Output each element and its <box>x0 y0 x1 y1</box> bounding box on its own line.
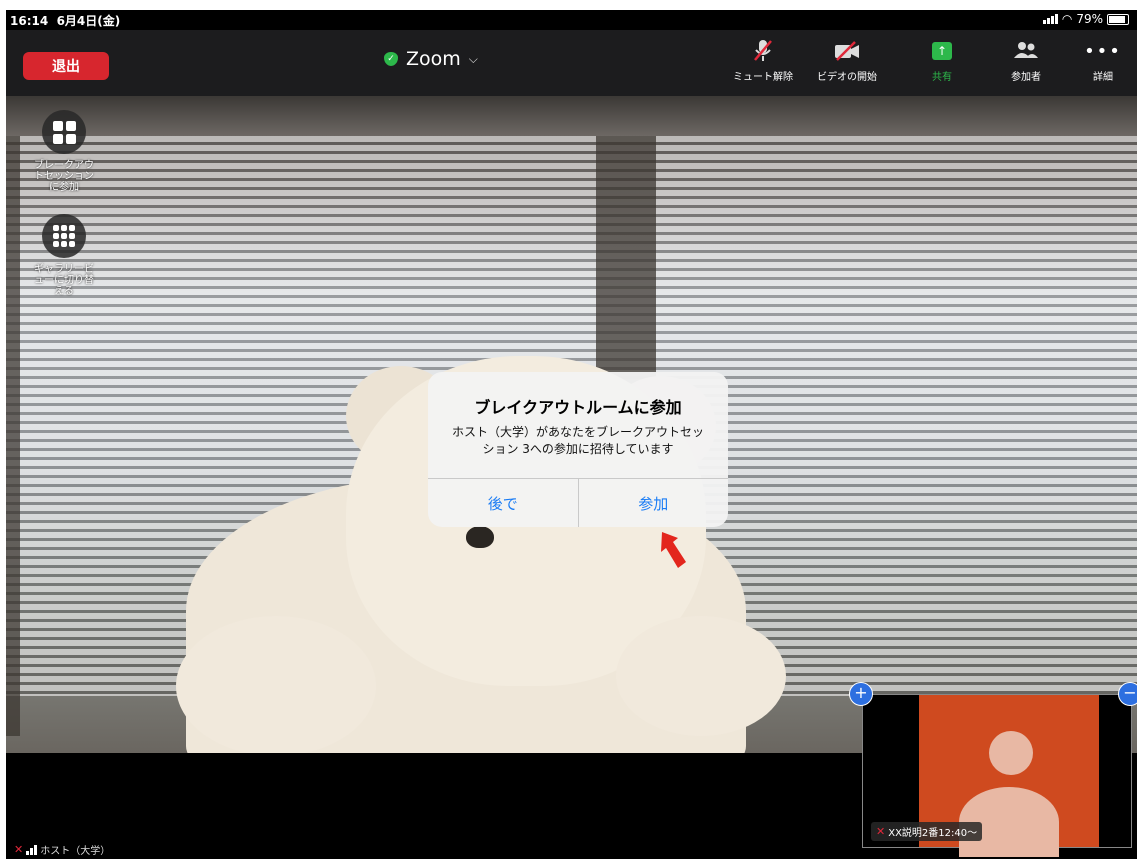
self-view-thumbnail[interactable]: ✕ XX説明2番12:40〜 <box>862 694 1132 857</box>
mic-muted-icon: ✕ <box>876 825 886 838</box>
unmute-label: ミュート解除 <box>733 72 793 83</box>
breakout-grid-icon <box>42 110 86 154</box>
video-off-icon <box>812 38 882 64</box>
more-label: 詳細 <box>1093 72 1113 83</box>
breakout-join-label: ブレークアウトセッションに参加 <box>34 160 94 193</box>
expand-plus-icon[interactable]: + <box>849 682 873 706</box>
gallery-grid-icon <box>42 214 86 258</box>
more-button[interactable]: ••• 詳細 <box>1068 38 1137 90</box>
app-window: 16:14 6月4日(金) ◠ 79% 退出 ✓ Zoom ⌵ ミュート解除 ビ… <box>6 10 1137 859</box>
window-frame <box>6 136 20 736</box>
status-right: ◠ 79% <box>1042 12 1129 26</box>
bear-paw <box>176 616 376 753</box>
later-button[interactable]: 後で <box>428 479 579 527</box>
breakout-invite-dialog: ブレイクアウトルームに参加 ホスト（大学）があなたをブレークアウトセッション 3… <box>428 372 728 527</box>
bear-paw <box>616 616 786 736</box>
start-video-button[interactable]: ビデオの開始 <box>812 38 882 90</box>
status-bar: 16:14 6月4日(金) ◠ 79% <box>6 10 1137 30</box>
share-label: 共有 <box>932 72 952 83</box>
participants-label: 参加者 <box>1011 72 1041 83</box>
chevron-down-icon: ⌵ <box>468 51 478 66</box>
share-button[interactable]: ↑ 共有 <box>907 38 977 90</box>
participants-button[interactable]: 参加者 <box>991 38 1061 90</box>
signal-icon <box>1042 14 1058 24</box>
more-dots-icon: ••• <box>1084 40 1122 62</box>
share-arrow-icon: ↑ <box>932 42 952 60</box>
dialog-title: ブレイクアウトルームに参加 <box>474 398 682 417</box>
gallery-view-control[interactable]: ギャラリービューに切り替える <box>24 214 104 297</box>
meeting-title[interactable]: ✓ Zoom ⌵ <box>384 48 478 70</box>
gallery-view-label: ギャラリービューに切り替える <box>34 264 94 297</box>
battery-percent: 79% <box>1076 12 1103 26</box>
dialog-actions: 後で 参加 <box>428 478 728 527</box>
collapse-minus-icon[interactable]: − <box>1118 682 1137 706</box>
start-video-label: ビデオの開始 <box>817 72 877 83</box>
unmute-button[interactable]: ミュート解除 <box>728 38 798 90</box>
microphone-muted-icon <box>728 38 798 64</box>
top-caption <box>0 0 1137 10</box>
join-button[interactable]: 参加 <box>579 479 729 527</box>
dialog-message: ホスト（大学）があなたをブレークアウトセッション 3への参加に招待しています <box>451 425 704 456</box>
wifi-icon: ◠ <box>1061 12 1073 26</box>
participants-icon <box>991 38 1061 64</box>
signal-icon <box>26 844 38 855</box>
ceiling <box>6 96 1137 136</box>
avatar-head <box>989 731 1033 775</box>
meeting-title-text: Zoom <box>406 48 461 70</box>
meeting-toolbar: 退出 ✓ Zoom ⌵ ミュート解除 ビデオの開始 ↑ 共有 参加者 ••• 詳… <box>6 30 1137 96</box>
leave-button[interactable]: 退出 <box>23 52 109 80</box>
bear-nose <box>466 526 494 548</box>
host-name-label: ✕ ホスト（大学） <box>14 843 111 857</box>
red-arrow-icon <box>661 532 686 568</box>
battery-icon <box>1107 13 1129 25</box>
status-time: 16:14 6月4日(金) <box>10 14 121 28</box>
breakout-join-control[interactable]: ブレークアウトセッションに参加 <box>24 110 104 193</box>
shield-check-icon: ✓ <box>384 52 398 66</box>
mic-muted-icon: ✕ <box>14 843 24 856</box>
self-view-label: ✕ XX説明2番12:40〜 <box>871 822 983 841</box>
